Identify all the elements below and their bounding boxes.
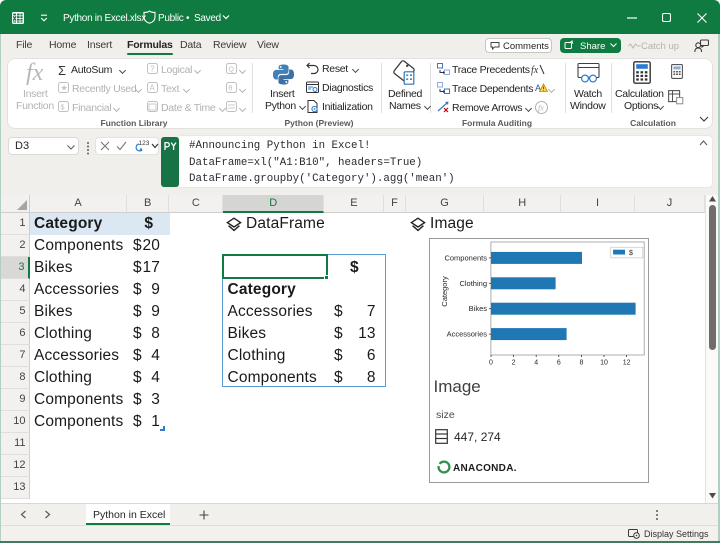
svg-text:Accessories: Accessories	[446, 329, 487, 338]
svg-text:123: 123	[139, 140, 150, 147]
svg-text:Clothing: Clothing	[459, 278, 487, 287]
svg-text:★: ★	[61, 84, 68, 93]
svg-text:Q: Q	[229, 67, 235, 74]
svg-text:$: $	[61, 105, 65, 112]
svg-text:?: ?	[150, 65, 155, 74]
svg-text:Bikes: Bikes	[468, 304, 487, 313]
svg-text:4: 4	[534, 359, 538, 366]
svg-text:fx: fx	[531, 65, 539, 76]
svg-text:10: 10	[600, 359, 608, 366]
svg-text:Components: Components	[444, 253, 487, 262]
svg-text:A: A	[150, 84, 156, 93]
svg-text:8: 8	[579, 359, 583, 366]
svg-text:0: 0	[489, 359, 493, 366]
svg-text:$: $	[629, 250, 633, 257]
svg-text:12: 12	[622, 359, 630, 366]
svg-text:6: 6	[556, 359, 560, 366]
svg-text:Category: Category	[440, 276, 449, 307]
svg-text:2: 2	[511, 359, 515, 366]
svg-text:θ: θ	[229, 86, 233, 93]
svg-text:fx: fx	[538, 104, 544, 113]
